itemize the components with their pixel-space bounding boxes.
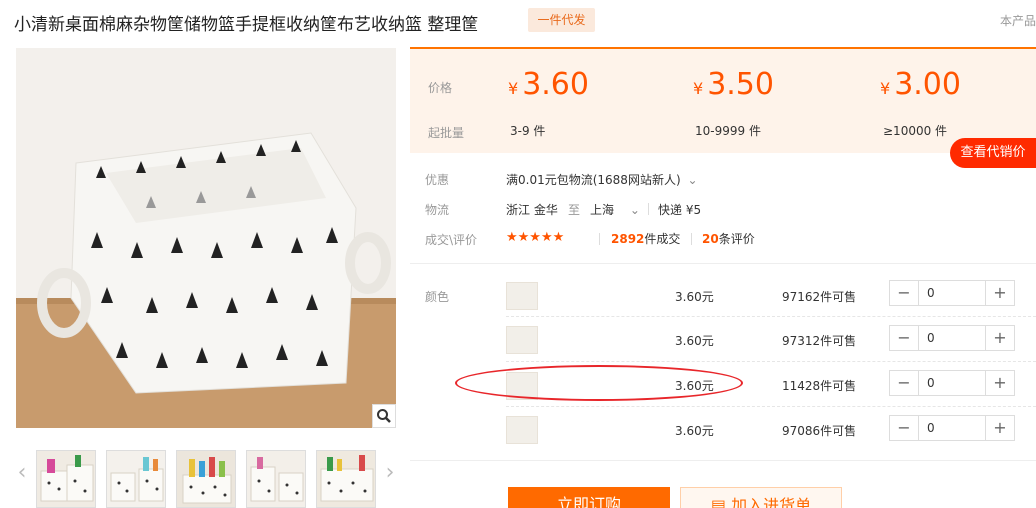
main-product-image[interactable] — [16, 48, 396, 428]
qty-tier-1: 3-9 件 — [510, 124, 546, 138]
price-tier-3: ¥3.00 — [880, 67, 961, 102]
sku-thumbnail-1[interactable] — [506, 282, 538, 310]
row-divider — [506, 406, 1036, 407]
plus-button[interactable]: + — [986, 371, 1014, 395]
thumbnail-next-arrow-icon[interactable]: › — [382, 460, 398, 485]
promo-text: 满0.01元包物流(1688网站新人) — [506, 173, 681, 187]
ship-to-word: 至 — [568, 203, 581, 217]
chevron-down-icon: ⌄ — [629, 203, 640, 217]
buy-now-button[interactable]: 立即订购 — [508, 487, 670, 508]
currency-symbol: ¥ — [693, 79, 704, 98]
section-divider — [410, 460, 1036, 461]
color-label: 颜色 — [425, 290, 450, 304]
quantity-stepper-4: − 0 + — [889, 415, 1015, 441]
section-divider — [410, 263, 1036, 264]
price-value: 3.00 — [894, 67, 961, 102]
zoom-icon[interactable] — [372, 404, 396, 428]
minus-button[interactable]: − — [890, 416, 918, 440]
quantity-stepper-3: − 0 + — [889, 370, 1015, 396]
qty-tier-2: 10-9999 件 — [695, 124, 761, 138]
trade-review-label: 成交\评价 — [425, 233, 478, 247]
sku-stock-4: 97086件可售 — [782, 424, 857, 438]
price-tier-1: ¥3.60 — [508, 67, 589, 102]
plus-button[interactable]: + — [986, 416, 1014, 440]
minus-button[interactable]: − — [890, 281, 918, 305]
thumbnail-prev-arrow-icon[interactable]: ‹ — [14, 460, 30, 485]
row-divider — [506, 361, 1036, 362]
row-divider — [506, 316, 1036, 317]
min-quantity-label: 起批量 — [428, 126, 465, 140]
express-fee: 快递 ¥5 — [658, 203, 702, 217]
divider — [648, 203, 649, 215]
price-panel: 价格 起批量 ¥3.60 ¥3.50 ¥3.00 3-9 件 10-9999 件… — [410, 47, 1036, 153]
thumbnail-strip — [36, 450, 376, 508]
sku-price-2: 3.60元 — [675, 334, 714, 348]
thumbnail-1[interactable] — [36, 450, 96, 508]
minus-button[interactable]: − — [890, 326, 918, 350]
quantity-input[interactable]: 0 — [918, 326, 986, 350]
deals-number: 2892 — [611, 232, 645, 246]
reviews-suffix: 条评价 — [718, 232, 755, 246]
ship-to-select[interactable]: 上海 ⌄ — [590, 201, 640, 218]
add-to-cart-label: 加入进货单 — [731, 496, 812, 508]
divider — [691, 233, 692, 245]
sku-price-4: 3.60元 — [675, 424, 714, 438]
logistics-label: 物流 — [425, 203, 450, 217]
promo-label: 优惠 — [425, 173, 450, 187]
deals-count[interactable]: 2892件成交 — [611, 230, 680, 247]
dropship-badge[interactable]: 一件代发 — [528, 8, 595, 32]
thumbnail-5[interactable] — [316, 450, 376, 508]
sku-stock-3: 11428件可售 — [782, 379, 857, 393]
plus-button[interactable]: + — [986, 326, 1014, 350]
cart-list-icon: ▤ — [710, 496, 726, 508]
quantity-input[interactable]: 0 — [918, 371, 986, 395]
currency-symbol: ¥ — [508, 79, 519, 98]
basket-illustration — [16, 48, 396, 428]
rating-stars-icon: ★★★★★ — [506, 230, 565, 245]
price-value: 3.60 — [522, 67, 589, 102]
promo-value[interactable]: 满0.01元包物流(1688网站新人) ⌄ — [506, 171, 698, 188]
qty-tier-3: ≥10000 件 — [883, 124, 948, 138]
price-tier-2: ¥3.50 — [693, 67, 774, 102]
plus-button[interactable]: + — [986, 281, 1014, 305]
sku-price-1: 3.60元 — [675, 290, 714, 304]
thumbnail-3[interactable] — [176, 450, 236, 508]
corner-text[interactable]: 本产品 — [1000, 12, 1036, 29]
reviews-number: 20 — [702, 232, 719, 246]
product-title: 小清新桌面棉麻杂物筐储物篮手提框收纳筐布艺收纳篮 整理筐 — [14, 15, 479, 35]
sku-thumbnail-4[interactable] — [506, 416, 538, 444]
divider — [599, 233, 600, 245]
view-consign-price-button[interactable]: 查看代销价 — [950, 138, 1036, 168]
minus-button[interactable]: − — [890, 371, 918, 395]
chevron-down-icon: ⌄ — [687, 173, 698, 187]
sku-stock-1: 97162件可售 — [782, 290, 857, 304]
sku-stock-2: 97312件可售 — [782, 334, 857, 348]
ship-to-value: 上海 — [590, 203, 615, 217]
add-to-cart-button[interactable]: ▤ 加入进货单 — [680, 487, 842, 508]
reviews-count[interactable]: 20条评价 — [702, 230, 755, 247]
thumbnail-4[interactable] — [246, 450, 306, 508]
quantity-stepper-1: − 0 + — [889, 280, 1015, 306]
deals-suffix: 件成交 — [644, 232, 681, 246]
highlight-ellipse — [455, 365, 743, 401]
currency-symbol: ¥ — [880, 79, 891, 98]
thumbnail-2[interactable] — [106, 450, 166, 508]
quantity-input[interactable]: 0 — [918, 281, 986, 305]
price-value: 3.50 — [707, 67, 774, 102]
quantity-input[interactable]: 0 — [918, 416, 986, 440]
ship-from: 浙江 金华 — [506, 203, 558, 217]
sku-thumbnail-2[interactable] — [506, 326, 538, 354]
price-label: 价格 — [428, 81, 453, 95]
quantity-stepper-2: − 0 + — [889, 325, 1015, 351]
